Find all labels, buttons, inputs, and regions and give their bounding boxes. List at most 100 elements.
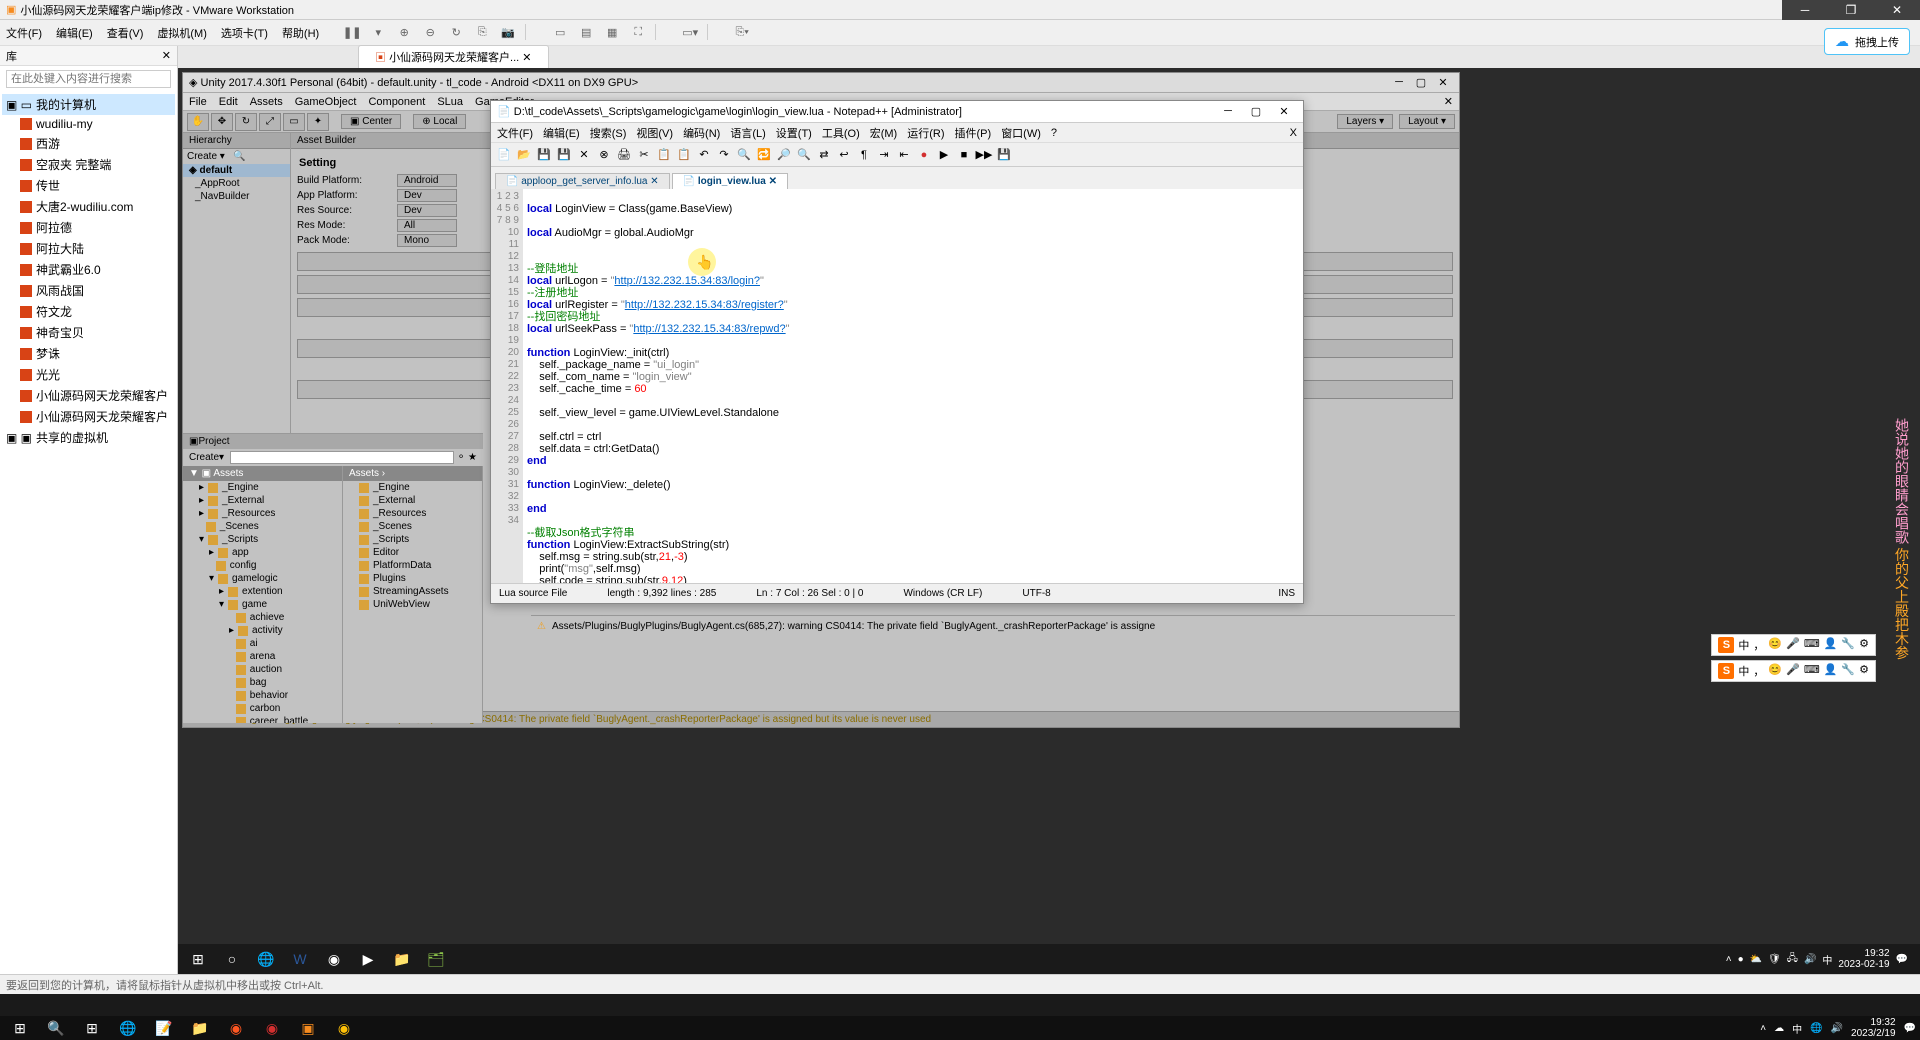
- ime-row[interactable]: S 中 ， 😊 🎤 ⌨ 👤 🔧 ⚙: [1711, 660, 1876, 682]
- npp-menu-tools[interactable]: 工具(O): [822, 125, 860, 141]
- project-create[interactable]: Create: [189, 452, 219, 463]
- rect-tool-icon[interactable]: ▭: [283, 113, 305, 131]
- task-view-icon[interactable]: ⊞: [76, 1016, 108, 1040]
- tree-vm-item[interactable]: 阿拉大陆: [2, 238, 175, 259]
- app-icon[interactable]: ◉: [318, 944, 350, 974]
- explorer-icon[interactable]: 📁: [184, 1016, 216, 1040]
- layout-dropdown[interactable]: Layout ▾: [1399, 114, 1455, 129]
- npp-menu-edit[interactable]: 编辑(E): [543, 125, 580, 141]
- npp-menu-run[interactable]: 运行(R): [907, 125, 944, 141]
- space-toggle[interactable]: ⊕ Local: [413, 114, 466, 129]
- npp-menu-file[interactable]: 文件(F): [497, 125, 533, 141]
- rotate-tool-icon[interactable]: ↻: [235, 113, 257, 131]
- npp-menu-settings[interactable]: 设置(T): [776, 125, 812, 141]
- vm-tab-active[interactable]: ▣ 小仙源码网天龙荣耀客户... ✕: [358, 45, 549, 68]
- zoom-out-icon[interactable]: 🔍: [795, 146, 813, 164]
- save-icon[interactable]: 💾: [535, 146, 553, 164]
- folder-item[interactable]: StreamingAssets: [343, 585, 482, 598]
- zoom-in-icon[interactable]: 🔎: [775, 146, 793, 164]
- tray-up-icon[interactable]: ˄: [1726, 954, 1732, 965]
- toolbar-icon[interactable]: ▾: [369, 24, 387, 42]
- host-clock-date[interactable]: 2023/2/19: [1851, 1028, 1896, 1039]
- save-all-icon[interactable]: 💾: [555, 146, 573, 164]
- ime-icon[interactable]: 👤: [1824, 663, 1838, 679]
- tree-vm-item[interactable]: 大唐2-wudiliu.com: [2, 196, 175, 217]
- guest-clock-time[interactable]: 19:32: [1838, 948, 1889, 959]
- folder-item[interactable]: ▸extention: [183, 585, 342, 598]
- indent-icon[interactable]: ⇥: [875, 146, 893, 164]
- folder-item[interactable]: bag: [183, 676, 342, 689]
- unity-menu-close[interactable]: ✕: [1444, 95, 1453, 108]
- app-icon[interactable]: 🗂: [420, 944, 452, 974]
- print-icon[interactable]: 🖨: [615, 146, 633, 164]
- tray-network-icon[interactable]: 🌐: [1810, 1023, 1822, 1034]
- save-macro-icon[interactable]: 💾: [995, 146, 1013, 164]
- npp-menu-encoding[interactable]: 编码(N): [683, 125, 720, 141]
- npp-menu-plugins[interactable]: 插件(P): [955, 125, 992, 141]
- npp-maximize-button[interactable]: ▢: [1243, 105, 1269, 118]
- app-icon[interactable]: ◉: [256, 1016, 288, 1040]
- npp-secondary-close[interactable]: X: [1290, 127, 1297, 139]
- folder-item[interactable]: achieve: [183, 611, 342, 624]
- tree-vm-item[interactable]: 西游: [2, 133, 175, 154]
- cortana-icon[interactable]: ○: [216, 944, 248, 974]
- menu-assets[interactable]: Assets: [250, 96, 283, 108]
- folder-item[interactable]: _Scenes: [343, 520, 482, 533]
- tree-vm-item[interactable]: 神奇宝贝: [2, 322, 175, 343]
- folder-item[interactable]: UniWebView: [343, 598, 482, 611]
- ime-icon[interactable]: ，: [1753, 637, 1764, 653]
- npp-close-button[interactable]: ✕: [1271, 105, 1297, 118]
- minimize-button[interactable]: ─: [1782, 0, 1828, 20]
- folder-item[interactable]: ▸_External: [183, 494, 342, 507]
- folder-item[interactable]: ▾gamelogic: [183, 572, 342, 585]
- menu-tabs[interactable]: 选项卡(T): [221, 25, 268, 41]
- ime-icon[interactable]: 🔧: [1841, 663, 1855, 679]
- tray-volume-icon[interactable]: 🔊: [1831, 1023, 1843, 1034]
- browser-icon[interactable]: 🌐: [250, 944, 282, 974]
- replace-icon[interactable]: 🔁: [755, 146, 773, 164]
- toolbar-icon[interactable]: ⊖: [421, 24, 439, 42]
- hand-tool-icon[interactable]: ✋: [187, 113, 209, 131]
- record-icon[interactable]: ●: [915, 146, 933, 164]
- tree-vm-item[interactable]: 小仙源码网天龙荣耀客户: [2, 406, 175, 427]
- play-icon[interactable]: ▶: [935, 146, 953, 164]
- guest-vm-screen[interactable]: ◈ Unity 2017.4.30f1 Personal (64bit) - d…: [178, 68, 1920, 974]
- toolbar-icon[interactable]: 📷: [499, 24, 517, 42]
- ime-icon[interactable]: 😊: [1768, 637, 1782, 653]
- tray-icon[interactable]: ●: [1738, 954, 1744, 965]
- tree-vm-item[interactable]: 神武霸业6.0: [2, 259, 175, 280]
- app-icon[interactable]: ◉: [220, 1016, 252, 1040]
- folder-item[interactable]: ▾game: [183, 598, 342, 611]
- folder-item[interactable]: auction: [183, 663, 342, 676]
- toolbar-icon[interactable]: ↻: [447, 24, 465, 42]
- folder-item[interactable]: _Engine: [343, 481, 482, 494]
- toolbar-icon[interactable]: ⎘: [473, 24, 491, 42]
- folder-item[interactable]: career_battle: [183, 715, 342, 723]
- ime-icon[interactable]: ⚙: [1859, 637, 1869, 653]
- menu-view[interactable]: 查看(V): [107, 25, 144, 41]
- folder-item[interactable]: carbon: [183, 702, 342, 715]
- tree-shared-vms[interactable]: ▣ ▣ 共享的虚拟机: [2, 427, 175, 448]
- stop-icon[interactable]: ■: [955, 146, 973, 164]
- build-platform-select[interactable]: Android: [397, 174, 457, 187]
- npp-title-bar[interactable]: 📄 D:\tl_code\Assets\_Scripts\gamelogic\g…: [491, 101, 1303, 123]
- redo-icon[interactable]: ↷: [715, 146, 733, 164]
- app-icon[interactable]: ▶: [352, 944, 384, 974]
- ime-icon[interactable]: 👤: [1824, 637, 1838, 653]
- toolbar-icon[interactable]: ⛶: [629, 24, 647, 42]
- folder-item[interactable]: config: [183, 559, 342, 572]
- toolbar-icon[interactable]: ▤: [577, 24, 595, 42]
- search-icon[interactable]: 🔍: [40, 1016, 72, 1040]
- library-close-icon[interactable]: ✕: [162, 49, 171, 62]
- folder-item[interactable]: _Scenes: [183, 520, 342, 533]
- tray-icon[interactable]: ⛅: [1750, 954, 1762, 965]
- close-file-icon[interactable]: ✕: [575, 146, 593, 164]
- menu-edit[interactable]: 编辑(E): [56, 25, 93, 41]
- tree-vm-item[interactable]: 空寂夹 完整端: [2, 154, 175, 175]
- copy-icon[interactable]: 📋: [655, 146, 673, 164]
- find-icon[interactable]: 🔍: [735, 146, 753, 164]
- npp-minimize-button[interactable]: ─: [1215, 105, 1241, 118]
- close-all-icon[interactable]: ⊗: [595, 146, 613, 164]
- toolbar-icon[interactable]: ⊕: [395, 24, 413, 42]
- host-clock-time[interactable]: 19:32: [1851, 1017, 1896, 1028]
